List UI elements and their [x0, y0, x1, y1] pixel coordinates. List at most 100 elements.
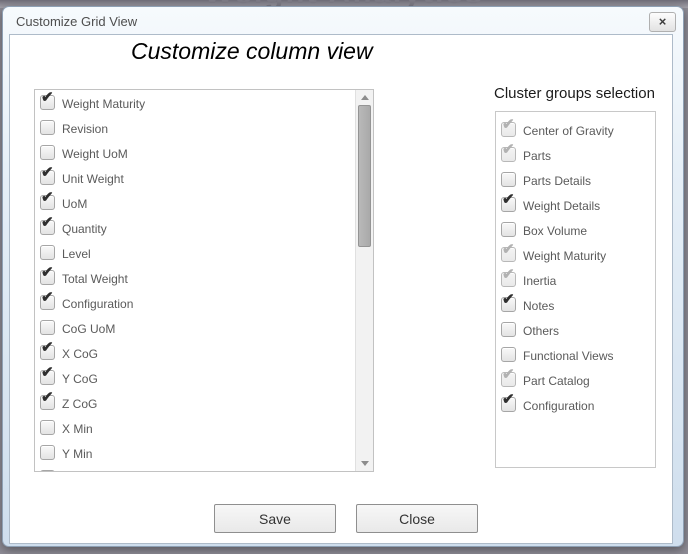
- save-button[interactable]: Save: [214, 504, 336, 533]
- cluster-groups-heading: Cluster groups selection: [494, 85, 655, 102]
- column-checkbox-item[interactable]: ✔ Unit Weight: [35, 167, 355, 192]
- cluster-checkbox-item[interactable]: ✔ Parts: [496, 144, 655, 169]
- checkbox[interactable]: ✔: [40, 370, 55, 385]
- checkbox-label: Quantity: [62, 222, 107, 236]
- checkbox[interactable]: ✔: [40, 195, 55, 210]
- cluster-checkbox-item[interactable]: ✔Notes: [496, 294, 655, 319]
- checkbox-label: Inertia: [523, 274, 556, 288]
- close-button[interactable]: Close: [356, 504, 478, 533]
- checkbox-disabled: ✔: [501, 272, 516, 287]
- checkbox[interactable]: [501, 222, 516, 237]
- checkbox-label: X CoG: [62, 347, 98, 361]
- checkbox[interactable]: [501, 322, 516, 337]
- checkbox[interactable]: [40, 145, 55, 160]
- checkbox-label: UoM: [62, 197, 87, 211]
- column-list: ✔Weight MaturityRevision Weight UoM ✔ Unit …: [35, 90, 355, 472]
- cluster-checkbox-item[interactable]: ✔Configuration: [496, 394, 655, 419]
- checkbox[interactable]: ✔: [40, 345, 55, 360]
- checkbox[interactable]: [40, 470, 55, 472]
- check-icon: ✔: [41, 190, 54, 205]
- cluster-checkbox-item[interactable]: Box Volume: [496, 219, 655, 244]
- checkbox[interactable]: [501, 347, 516, 362]
- column-checkbox-item[interactable]: Level: [35, 242, 355, 267]
- column-checkbox-item[interactable]: ✔ Total Weight: [35, 267, 355, 292]
- check-icon: ✔: [502, 292, 515, 307]
- checkbox[interactable]: [40, 420, 55, 435]
- column-checkbox-item[interactable]: ✔Y CoG: [35, 367, 355, 392]
- checkbox-label: Weight UoM: [62, 147, 128, 161]
- checkbox-label: Total Weight: [62, 272, 128, 286]
- checkbox-label: Weight Details: [523, 199, 600, 213]
- cluster-checkbox-item[interactable]: Functional Views: [496, 344, 655, 369]
- checkbox[interactable]: ✔: [40, 95, 55, 110]
- checkbox-label: Parts Details: [523, 174, 591, 188]
- checkbox[interactable]: [40, 445, 55, 460]
- column-checkbox-item[interactable]: ✔ X CoG: [35, 342, 355, 367]
- column-checkbox-item[interactable]: Weight UoM: [35, 142, 355, 167]
- column-checkbox-item[interactable]: ✔ Z CoG: [35, 392, 355, 417]
- chevron-up-icon: [361, 95, 369, 100]
- dialog-content: Customize column view ✔Weight MaturityRe…: [9, 34, 673, 544]
- column-checkbox-item[interactable]: Z Min: [35, 467, 355, 472]
- checkbox[interactable]: ✔: [40, 395, 55, 410]
- cluster-checkbox-item[interactable]: Parts Details: [496, 169, 655, 194]
- checkbox[interactable]: [40, 120, 55, 135]
- column-checkbox-item[interactable]: Revision: [35, 117, 355, 142]
- column-checkbox-item[interactable]: ✔Weight Maturity: [35, 92, 355, 117]
- checkbox-label: Y Min: [62, 447, 92, 461]
- column-checkbox-item[interactable]: CoG UoM: [35, 317, 355, 342]
- check-icon: ✔: [41, 290, 54, 305]
- check-icon: ✔: [41, 340, 54, 355]
- cluster-checkbox-item[interactable]: Others: [496, 319, 655, 344]
- checkbox-label: Others: [523, 324, 559, 338]
- checkbox[interactable]: [501, 172, 516, 187]
- scroll-down-button[interactable]: [356, 456, 373, 471]
- checkbox-label: Functional Views: [523, 349, 614, 363]
- customize-grid-view-dialog: Customize Grid View × Customize column v…: [2, 6, 684, 547]
- check-icon: ✔: [502, 267, 515, 282]
- check-icon: ✔: [502, 192, 515, 207]
- checkbox[interactable]: ✔: [40, 295, 55, 310]
- checkbox[interactable]: [40, 320, 55, 335]
- checkbox[interactable]: ✔: [501, 197, 516, 212]
- checkbox-disabled: ✔: [501, 122, 516, 137]
- scroll-up-button[interactable]: [356, 90, 373, 105]
- checkbox[interactable]: ✔: [501, 397, 516, 412]
- cluster-list-box: ✔Center of Gravity✔PartsParts Details✔We…: [495, 111, 656, 468]
- column-checkbox-item[interactable]: ✔ UoM: [35, 192, 355, 217]
- checkbox-disabled: ✔: [501, 372, 516, 387]
- column-checkbox-item[interactable]: ✔Configuration: [35, 292, 355, 317]
- checkbox[interactable]: ✔: [40, 270, 55, 285]
- checkbox-label: Center of Gravity: [523, 124, 614, 138]
- cluster-checkbox-item[interactable]: ✔ Center of Gravity: [496, 119, 655, 144]
- checkbox-label: X Min: [62, 422, 93, 436]
- cluster-checkbox-item[interactable]: ✔ Inertia: [496, 269, 655, 294]
- checkbox-label: Z CoG: [62, 397, 97, 411]
- column-checkbox-item[interactable]: Y Min: [35, 442, 355, 467]
- checkbox[interactable]: [40, 245, 55, 260]
- checkbox-disabled: ✔: [501, 147, 516, 162]
- checkbox-label: Parts: [523, 149, 551, 163]
- column-checkbox-item[interactable]: X Min: [35, 417, 355, 442]
- scrollbar-thumb[interactable]: [358, 105, 371, 247]
- checkbox-label: CoG UoM: [62, 322, 115, 336]
- checkbox-label: Level: [62, 247, 91, 261]
- dialog-close-button[interactable]: ×: [649, 12, 676, 32]
- check-icon: ✔: [41, 265, 54, 280]
- cluster-list: ✔Center of Gravity✔PartsParts Details✔We…: [496, 112, 655, 419]
- column-list-box: ✔Weight MaturityRevision Weight UoM ✔ Unit …: [34, 89, 374, 472]
- chevron-down-icon: [361, 461, 369, 466]
- cluster-checkbox-item[interactable]: ✔Weight Maturity: [496, 244, 655, 269]
- column-checkbox-item[interactable]: ✔ Quantity: [35, 217, 355, 242]
- scrollbar[interactable]: [355, 90, 373, 471]
- checkbox-label: Box Volume: [523, 224, 587, 238]
- cluster-checkbox-item[interactable]: ✔Part Catalog: [496, 369, 655, 394]
- cluster-checkbox-item[interactable]: ✔ Weight Details: [496, 194, 655, 219]
- checkbox-label: Unit Weight: [62, 172, 124, 186]
- check-icon: ✔: [502, 242, 515, 257]
- check-icon: ✔: [41, 365, 54, 380]
- checkbox[interactable]: ✔: [501, 297, 516, 312]
- checkbox[interactable]: ✔: [40, 170, 55, 185]
- check-icon: ✔: [41, 390, 54, 405]
- checkbox[interactable]: ✔: [40, 220, 55, 235]
